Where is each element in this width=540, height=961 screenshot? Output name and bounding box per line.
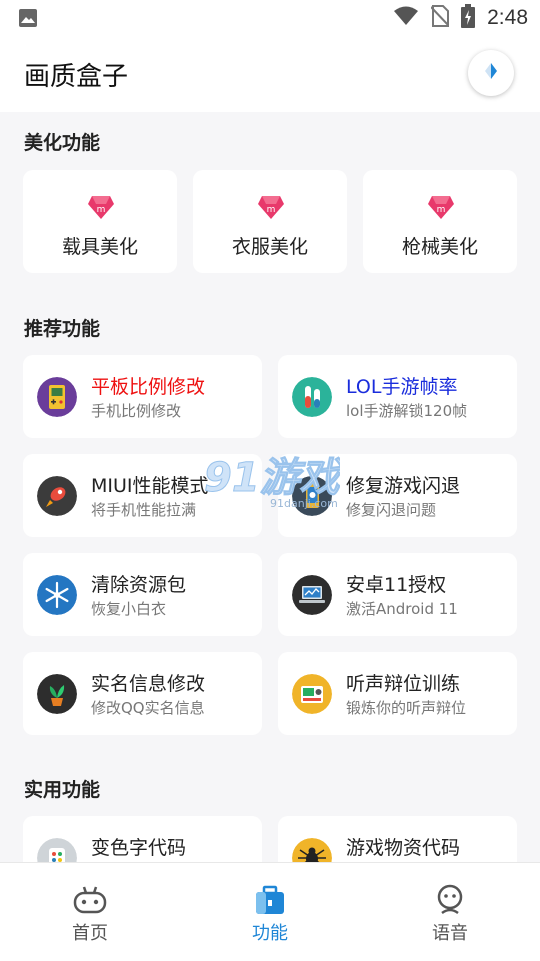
feature-title: 实名信息修改 xyxy=(91,673,206,695)
status-time: 2:48 xyxy=(487,6,528,29)
feature-card-clear-resources[interactable]: 清除资源包 恢复小白衣 xyxy=(23,553,262,636)
phone-repair-icon xyxy=(292,476,332,516)
image-icon xyxy=(18,8,38,28)
battery-charging-icon xyxy=(461,4,476,32)
pink-m-badge-icon: m xyxy=(426,192,456,222)
compass-button[interactable] xyxy=(468,50,514,96)
laptop-icon xyxy=(292,575,332,615)
feature-title: LOL手游帧率 xyxy=(346,376,458,398)
plant-icon xyxy=(37,674,77,714)
pink-m-badge-icon: m xyxy=(86,192,116,222)
rocket-icon xyxy=(37,476,77,516)
feature-title: 变色字代码 xyxy=(91,837,187,859)
beautify-label: 载具美化 xyxy=(61,236,138,258)
gameboy-icon xyxy=(37,377,77,417)
nav-label: 语音 xyxy=(432,923,468,944)
feature-subtitle: 手机比例修改 xyxy=(91,402,182,420)
feature-card-realname-edit[interactable]: 实名信息修改 修改QQ实名信息 xyxy=(23,652,262,735)
bottom-nav: 首页 功能 语音 xyxy=(0,862,540,961)
feature-subtitle: 将手机性能拉满 xyxy=(91,501,197,519)
pink-m-badge-icon: m xyxy=(256,192,286,222)
feature-card-fix-crash[interactable]: 修复游戏闪退 修复闪退问题 xyxy=(278,454,517,537)
app-bar: 画质盒子 xyxy=(0,36,540,112)
app-title: 画质盒子 xyxy=(24,62,129,92)
feature-card-android11-auth[interactable]: 安卓11授权 激活Android 11 xyxy=(278,553,517,636)
no-sim-icon xyxy=(430,5,450,31)
feature-title: 修复游戏闪退 xyxy=(346,475,461,497)
feature-title: MIUI性能模式 xyxy=(91,475,209,497)
nav-label: 首页 xyxy=(72,923,108,944)
svg-text:m: m xyxy=(437,205,446,215)
toolbox-icon xyxy=(252,883,288,917)
beautify-card-vehicle[interactable]: m 载具美化 xyxy=(23,170,177,273)
svg-text:m: m xyxy=(97,205,106,215)
section-title-utilities: 实用功能 xyxy=(24,779,101,801)
radio-icon xyxy=(292,674,332,714)
beautify-card-weapon[interactable]: m 枪械美化 xyxy=(363,170,517,273)
test-tubes-icon xyxy=(292,377,332,417)
feature-title: 游戏物资代码 xyxy=(346,837,461,859)
compass-icon xyxy=(480,60,502,86)
feature-subtitle: 激活Android 11 xyxy=(346,600,458,618)
svg-text:m: m xyxy=(267,205,276,215)
nav-label: 功能 xyxy=(252,923,288,944)
feature-card-miui-performance[interactable]: MIUI性能模式 将手机性能拉满 xyxy=(23,454,262,537)
beautify-label: 衣服美化 xyxy=(231,236,308,258)
wifi-icon xyxy=(393,6,419,30)
gamepad-icon xyxy=(72,883,108,917)
nav-features[interactable]: 功能 xyxy=(180,863,360,961)
feature-subtitle: lol手游解锁120帧 xyxy=(346,402,468,420)
section-title-beautify: 美化功能 xyxy=(24,132,101,154)
feature-subtitle: 修复闪退问题 xyxy=(346,501,437,519)
feature-subtitle: 恢复小白衣 xyxy=(91,600,167,618)
feature-subtitle: 锻炼你的听声辩位 xyxy=(346,699,467,717)
snowflake-icon xyxy=(37,575,77,615)
beautify-card-clothes[interactable]: m 衣服美化 xyxy=(193,170,347,273)
feature-title: 听声辩位训练 xyxy=(346,673,461,695)
section-title-recommended: 推荐功能 xyxy=(24,318,101,340)
voice-bot-icon xyxy=(432,883,468,917)
feature-title: 安卓11授权 xyxy=(346,574,447,596)
feature-title: 平板比例修改 xyxy=(91,376,206,398)
feature-subtitle: 修改QQ实名信息 xyxy=(91,699,205,717)
nav-home[interactable]: 首页 xyxy=(0,863,180,961)
nav-voice[interactable]: 语音 xyxy=(360,863,540,961)
feature-title: 清除资源包 xyxy=(91,574,187,596)
beautify-label: 枪械美化 xyxy=(401,236,478,258)
feature-card-tablet-ratio[interactable]: 平板比例修改 手机比例修改 xyxy=(23,355,262,438)
feature-card-lol-fps[interactable]: LOL手游帧率 lol手游解锁120帧 xyxy=(278,355,517,438)
status-bar: 2:48 xyxy=(0,0,540,36)
feature-card-sound-training[interactable]: 听声辩位训练 锻炼你的听声辩位 xyxy=(278,652,517,735)
